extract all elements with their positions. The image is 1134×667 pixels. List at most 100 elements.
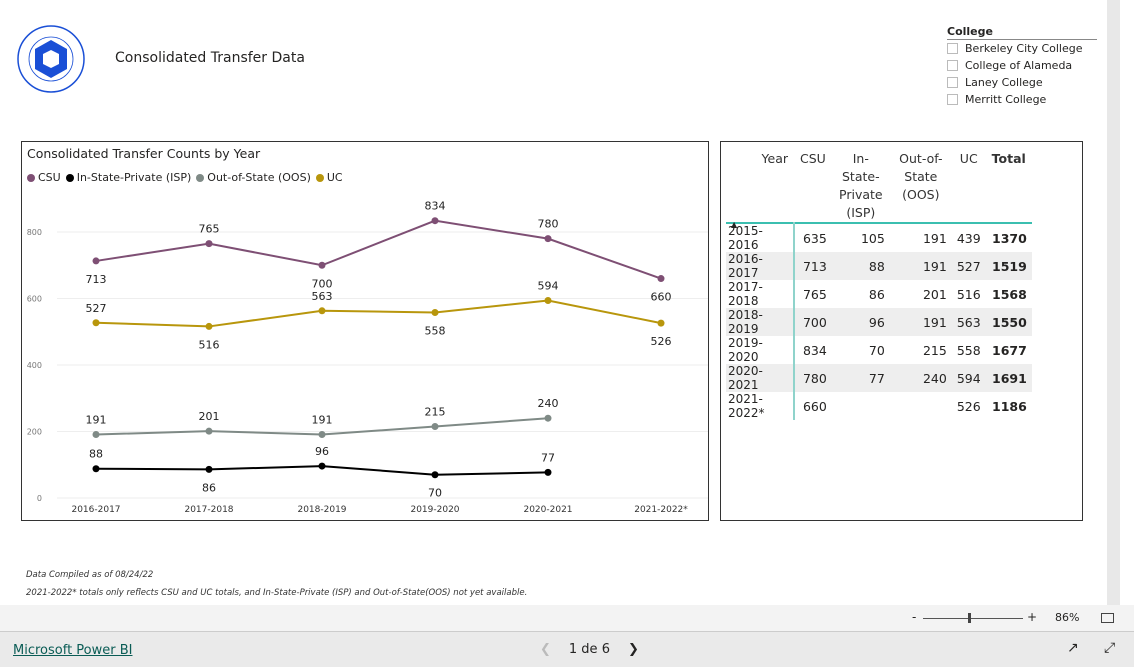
- data-point: [431, 217, 439, 225]
- table-cell: 191: [889, 308, 952, 336]
- zoom-out-button[interactable]: -: [912, 610, 916, 624]
- power-bi-link[interactable]: Microsoft Power BI: [13, 643, 132, 658]
- data-label: 765: [199, 223, 220, 236]
- zoom-in-button[interactable]: +: [1027, 610, 1037, 624]
- footer-bar: Microsoft Power BI ❮ 1 de 6 ❯ ↗ ⤢: [0, 632, 1134, 667]
- table-cell: 201: [922, 286, 947, 302]
- table-cell: [890, 392, 952, 420]
- note-compiled: Data Compiled as of 08/24/22: [26, 570, 154, 580]
- table-cell: 526: [956, 398, 981, 414]
- fit-to-page-icon[interactable]: [1101, 613, 1114, 623]
- data-label: 201: [199, 410, 220, 423]
- table-cell: 2021-2022*: [726, 392, 795, 420]
- transfer-line-chart: Consolidated Transfer Counts by Year CSU…: [21, 141, 709, 521]
- table-row: 2020-2021 780 77 240 594 1691: [726, 364, 1032, 392]
- next-page-icon[interactable]: ❯: [628, 642, 639, 657]
- series-line: [95, 299, 662, 328]
- zoom-bar: - + 86%: [0, 605, 1134, 632]
- table-cell: 660: [802, 398, 827, 414]
- table-cell: 2019-2020: [726, 336, 795, 364]
- note-availability: 2021-2022* totals only reflects CSU and …: [26, 588, 528, 598]
- data-label: 191: [86, 413, 107, 426]
- table-cell: 439: [956, 230, 981, 246]
- table-cell: 88: [831, 252, 890, 280]
- data-point: [205, 240, 213, 248]
- y-tick-label: 800: [27, 228, 42, 237]
- vertical-scrollbar[interactable]: [1107, 0, 1120, 605]
- data-label: 558: [425, 324, 446, 337]
- slicer-option[interactable]: College of Alameda: [947, 57, 1097, 74]
- data-label: 780: [538, 218, 559, 231]
- table-cell: 527: [951, 252, 986, 280]
- table-cell: 594: [951, 364, 986, 392]
- table-cell: 1568: [992, 286, 1027, 302]
- data-label: 240: [538, 397, 559, 410]
- data-point: [544, 296, 552, 304]
- data-label: 563: [312, 290, 333, 303]
- data-label: 834: [425, 200, 446, 213]
- column-header[interactable]: CSU: [794, 150, 832, 223]
- column-header[interactable]: Out-of-State (OOS): [890, 150, 952, 223]
- data-point: [431, 423, 439, 431]
- table-cell: 558: [956, 342, 981, 358]
- column-header[interactable]: UC: [952, 150, 986, 223]
- x-tick-label: 2021-2022*: [634, 505, 688, 515]
- zoom-slider[interactable]: [923, 618, 1023, 619]
- y-tick-label: 200: [27, 428, 42, 437]
- footnotes: Data Compiled as of 08/24/22 2021-2022* …: [26, 566, 576, 610]
- data-point: [205, 322, 213, 330]
- fullscreen-icon[interactable]: ⤢: [1104, 640, 1115, 656]
- table-cell: 780: [794, 364, 832, 392]
- table-cell: 1677: [992, 342, 1027, 358]
- slicer-option[interactable]: Merritt College: [947, 91, 1097, 108]
- slicer-option[interactable]: Berkeley City College: [947, 40, 1097, 57]
- table-cell: 563: [951, 308, 986, 336]
- share-icon[interactable]: ↗: [1067, 640, 1079, 656]
- checkbox[interactable]: [947, 60, 958, 71]
- column-header[interactable]: Year: [726, 150, 794, 223]
- data-point: [92, 430, 100, 438]
- y-tick-label: 0: [37, 494, 42, 503]
- data-point: [205, 427, 213, 435]
- zoom-slider-thumb[interactable]: [968, 613, 971, 623]
- table-cell: 635: [802, 230, 827, 246]
- table-cell: 1550: [985, 308, 1032, 336]
- y-tick-label: 400: [27, 361, 42, 370]
- data-label: 70: [428, 487, 442, 500]
- table-cell: 1519: [985, 252, 1032, 280]
- option-label: Laney College: [965, 76, 1043, 89]
- data-point: [657, 319, 665, 327]
- table-cell: 713: [794, 252, 832, 280]
- y-tick-label: 600: [27, 295, 42, 304]
- x-tick-label: 2018-2019: [297, 505, 346, 515]
- data-point: [544, 414, 552, 422]
- table-cell: 105: [860, 230, 885, 246]
- data-point: [205, 465, 213, 473]
- sort-ascending-icon[interactable]: ▲: [731, 220, 737, 229]
- data-point: [318, 307, 326, 315]
- slicer-option[interactable]: Laney College: [947, 74, 1097, 91]
- table-cell: 86: [868, 286, 885, 302]
- prev-page-icon[interactable]: ❮: [540, 642, 551, 657]
- data-label: 527: [86, 302, 107, 315]
- data-point: [657, 275, 665, 283]
- data-label: 88: [89, 448, 103, 461]
- checkbox[interactable]: [947, 43, 958, 54]
- page-navigator: ❮ 1 de 6 ❯: [540, 642, 639, 657]
- checkbox[interactable]: [947, 77, 958, 88]
- slicer-title: College: [947, 25, 1097, 40]
- table-cell: 96: [831, 308, 890, 336]
- column-header[interactable]: In-State-Private (ISP): [832, 150, 890, 223]
- table-row: 2021-2022* 660 526 1186: [726, 392, 1032, 420]
- option-label: Berkeley City College: [965, 42, 1083, 55]
- x-tick-label: 2016-2017: [71, 505, 120, 515]
- table-cell: 1370: [992, 230, 1027, 246]
- data-label: 77: [541, 451, 555, 464]
- transfer-table: Year CSU In-State-Private (ISP) Out-of-Stat…: [720, 141, 1083, 521]
- data-point: [431, 308, 439, 316]
- column-header[interactable]: Total: [986, 150, 1032, 223]
- data-point: [92, 465, 100, 473]
- data-label: 96: [315, 445, 329, 458]
- table-cell: 70: [868, 342, 885, 358]
- checkbox[interactable]: [947, 94, 958, 105]
